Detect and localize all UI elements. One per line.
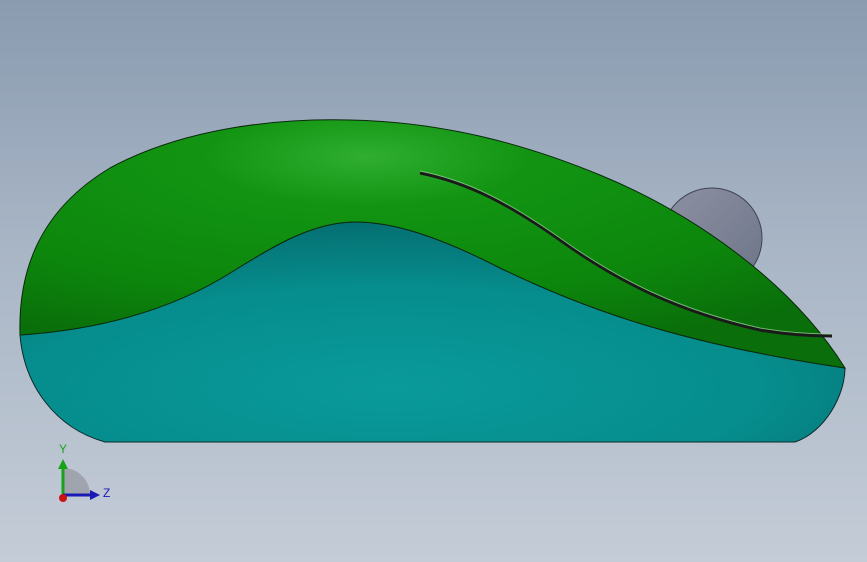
triad-quadrant (63, 468, 90, 495)
z-axis-label: Z (103, 486, 111, 500)
coordinate-triad-icon: Y Z (48, 440, 118, 510)
z-axis-arrowhead (90, 490, 100, 500)
y-axis-label: Y (59, 442, 68, 456)
model-view[interactable] (0, 0, 867, 562)
x-axis-origin (59, 494, 67, 502)
y-axis-arrowhead (58, 459, 68, 469)
graphics-viewport[interactable]: Y Z (0, 0, 867, 562)
